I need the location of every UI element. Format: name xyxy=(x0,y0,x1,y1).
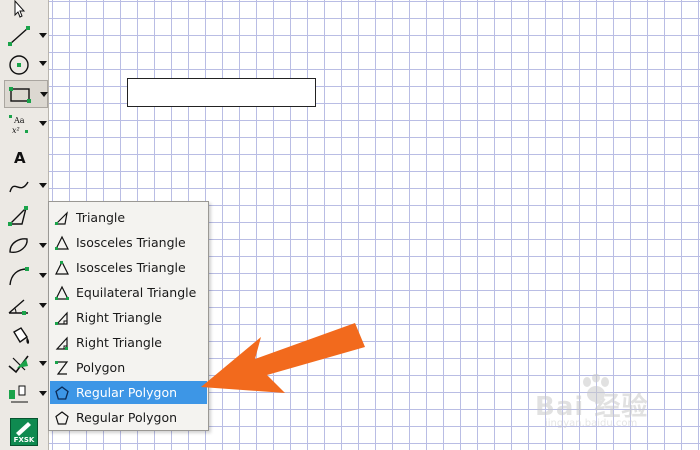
regular-polygon-icon xyxy=(55,386,69,400)
transform-tool-icon xyxy=(9,385,28,403)
text-formula-tool[interactable]: Aa x² xyxy=(4,110,48,138)
pointer-arrow-icon xyxy=(201,323,365,393)
menu-item-label: Regular Polygon xyxy=(76,385,178,400)
menu-item-label: Equilateral Triangle xyxy=(76,285,197,300)
menu-item-label: Isosceles Triangle xyxy=(76,260,186,275)
menu-item-polygon[interactable]: Polygon xyxy=(50,356,207,379)
menu-item-regular-polygon[interactable]: Regular Polygon xyxy=(50,406,207,429)
ellipse-tool[interactable] xyxy=(4,232,48,260)
right-triangle-icon xyxy=(55,311,68,325)
menu-item-equilateral-triangle[interactable]: Equilateral Triangle xyxy=(50,281,207,304)
arc-tool[interactable] xyxy=(4,262,48,290)
angle-tool-icon xyxy=(8,299,28,315)
rectangle-tool-icon xyxy=(9,87,31,103)
triangle-tool[interactable] xyxy=(4,202,48,230)
pen-icon xyxy=(16,422,31,436)
check-tool-icon xyxy=(8,355,29,374)
arc-tool-icon xyxy=(9,267,29,286)
menu-item-label: Regular Polygon xyxy=(76,410,178,425)
menu-item-label: Right Triangle xyxy=(76,310,162,325)
fill-tool[interactable] xyxy=(4,322,48,350)
polygon-icon xyxy=(55,361,69,375)
menu-item-label: Right Triangle xyxy=(76,335,162,350)
circle-tool[interactable] xyxy=(4,50,48,78)
text-formula-icon: Aa x² xyxy=(9,115,28,135)
menu-item-right-triangle-2[interactable]: Right Triangle xyxy=(50,331,207,354)
svg-text:Aa: Aa xyxy=(13,116,25,125)
menu-item-label: Isosceles Triangle xyxy=(76,235,186,250)
line-tool[interactable] xyxy=(4,22,48,50)
svg-text:x²: x² xyxy=(12,126,20,135)
menu-item-label: Polygon xyxy=(76,360,126,375)
rectangle-tool[interactable] xyxy=(4,80,48,108)
transform-tool[interactable] xyxy=(4,380,48,408)
ellipse-tool-icon xyxy=(9,238,28,254)
curve-tool-icon xyxy=(9,181,29,193)
select-tool[interactable] xyxy=(4,0,48,24)
menu-item-triangle[interactable]: Triangle xyxy=(50,206,207,229)
triangle-icon xyxy=(54,211,68,225)
menu-item-right-triangle[interactable]: Right Triangle xyxy=(50,306,207,329)
equilateral-triangle-icon xyxy=(55,285,69,300)
isosceles-triangle-icon xyxy=(55,235,69,250)
check-tool[interactable] xyxy=(4,350,48,378)
menu-item-isosceles-triangle-2[interactable]: Isosceles Triangle xyxy=(50,256,207,279)
circle-tool-icon xyxy=(9,55,29,75)
text-tool[interactable]: A xyxy=(4,142,48,170)
tool-palette: Aa x² A FXSK xyxy=(0,0,49,450)
fxsk-logo[interactable]: FXSK xyxy=(10,418,38,446)
curve-tool[interactable] xyxy=(4,172,48,200)
menu-item-isosceles-triangle[interactable]: Isosceles Triangle xyxy=(50,231,207,254)
menu-item-label: Triangle xyxy=(76,210,126,225)
angle-tool[interactable] xyxy=(4,292,48,320)
watermark-url: jingyan.baidu.com xyxy=(545,418,638,429)
text-tool-icon: A xyxy=(14,149,26,167)
menu-item-regular-polygon-highlighted[interactable]: Regular Polygon xyxy=(50,381,207,404)
baidu-watermark: Bai 经验 jingyan.baidu.com xyxy=(535,372,665,432)
regular-polygon-icon xyxy=(55,411,69,425)
polygon-tool-menu: Triangle Isosceles Triangle Isosceles Tr… xyxy=(48,201,209,431)
right-triangle-icon xyxy=(55,336,68,350)
drawn-rectangle[interactable] xyxy=(127,78,316,107)
fill-tool-icon xyxy=(13,327,30,344)
arrow-select-icon xyxy=(14,0,26,18)
fxsk-label: FXSK xyxy=(13,436,35,444)
triangle-tool-icon xyxy=(8,205,28,226)
svg-text:A: A xyxy=(14,149,26,167)
line-tool-icon xyxy=(8,26,30,46)
isosceles-triangle-icon xyxy=(55,260,69,275)
